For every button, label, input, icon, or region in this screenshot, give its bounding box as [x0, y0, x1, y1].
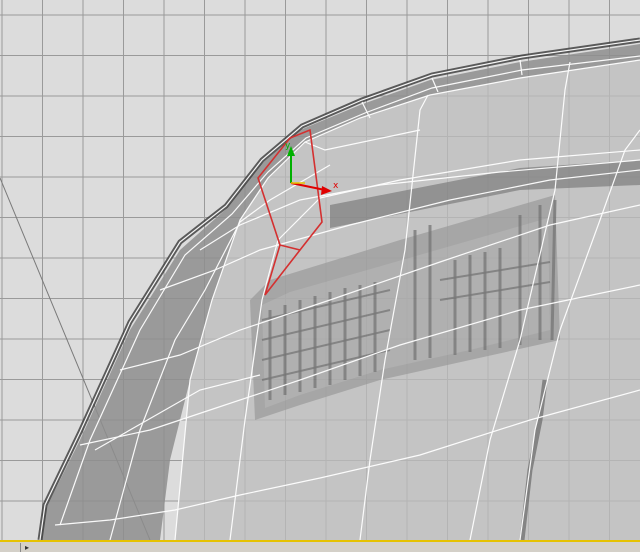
viewport-bottom-bar: ▸ [0, 540, 640, 552]
gizmo-x-label: x [333, 181, 339, 191]
gizmo-y-label: y [285, 141, 291, 151]
viewport-canvas[interactable]: x y [0, 0, 640, 540]
scroll-arrow-icon[interactable]: ▸ [20, 543, 33, 552]
3d-viewport[interactable]: x y [0, 0, 640, 540]
